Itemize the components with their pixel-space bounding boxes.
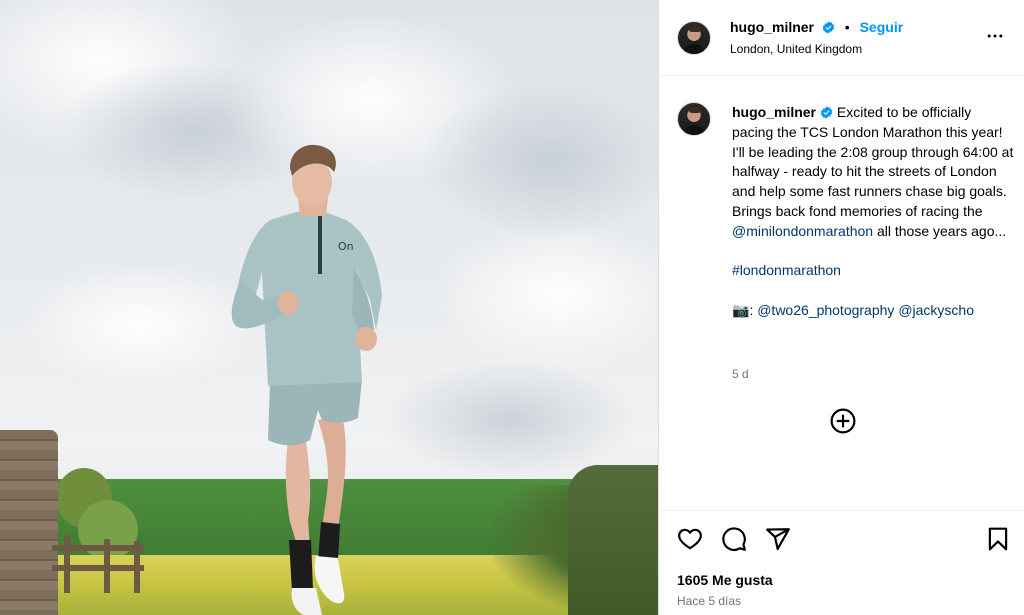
follow-button[interactable]: Seguir — [860, 19, 904, 35]
caption-mention[interactable]: @minilondonmarathon — [732, 223, 873, 239]
header-separator: • — [844, 19, 850, 35]
caption-avatar[interactable] — [677, 102, 711, 136]
avatar[interactable] — [677, 21, 711, 55]
comment-icon[interactable] — [721, 526, 747, 552]
post-sidebar: hugo_milner • Seguir London, United King… — [658, 0, 1024, 615]
caption-hashtag[interactable]: #londonmarathon — [732, 262, 841, 278]
caption-body-end: all those years ago... — [873, 222, 1007, 239]
credit-colon: : — [749, 301, 754, 318]
header-name-row: hugo_milner • Seguir — [730, 19, 903, 35]
action-bar: 1605 Me gusta Hace 5 días — [659, 510, 1024, 615]
camera-icon: 📷 — [732, 301, 750, 318]
caption-body: Excited to be officially pacing the TCS … — [732, 104, 1014, 219]
runner-figure: On — [0, 0, 658, 615]
credit-mention-1[interactable]: @two26_photography — [757, 302, 894, 318]
add-circle-icon[interactable] — [830, 408, 856, 434]
post-location[interactable]: London, United Kingdom — [730, 42, 862, 56]
post-header: hugo_milner • Seguir London, United King… — [659, 0, 1024, 76]
post-date[interactable]: Hace 5 días — [677, 594, 741, 608]
header-username[interactable]: hugo_milner — [730, 19, 814, 35]
heart-icon[interactable] — [677, 526, 703, 552]
post-image[interactable]: On — [0, 0, 658, 615]
caption-username[interactable]: hugo_milner — [732, 104, 816, 120]
verified-badge-icon — [822, 21, 835, 34]
more-options-icon[interactable] — [985, 26, 1005, 46]
like-count[interactable]: 1605 Me gusta — [677, 572, 773, 588]
caption-section: hugo_milner Excited to be officially pac… — [659, 90, 1024, 510]
caption-timestamp[interactable]: 5 d — [732, 367, 749, 381]
svg-text:On: On — [338, 240, 354, 253]
bookmark-icon[interactable] — [985, 526, 1011, 552]
credit-mention-2[interactable]: @jackyscho — [898, 302, 974, 318]
caption-text: hugo_milner Excited to be officially pac… — [732, 103, 1014, 321]
verified-badge-icon — [820, 106, 833, 119]
share-icon[interactable] — [765, 526, 791, 552]
